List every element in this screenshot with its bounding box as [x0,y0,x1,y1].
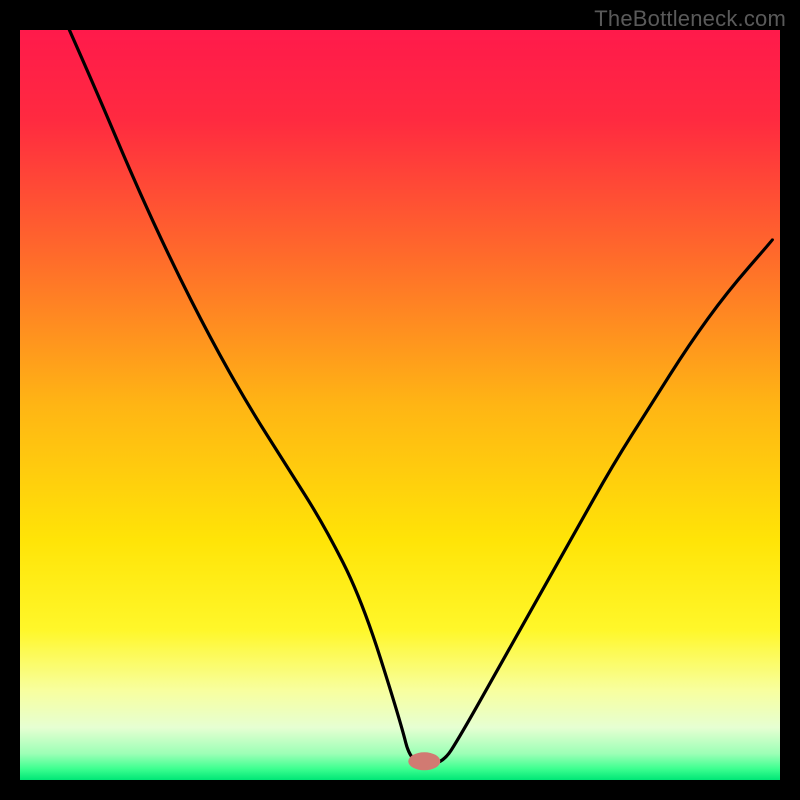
plot-area [20,30,780,780]
bottleneck-chart [20,30,780,780]
gradient-background [20,30,780,780]
optimal-point-marker [408,752,440,770]
watermark-text: TheBottleneck.com [594,6,786,32]
app-frame: TheBottleneck.com [0,0,800,800]
